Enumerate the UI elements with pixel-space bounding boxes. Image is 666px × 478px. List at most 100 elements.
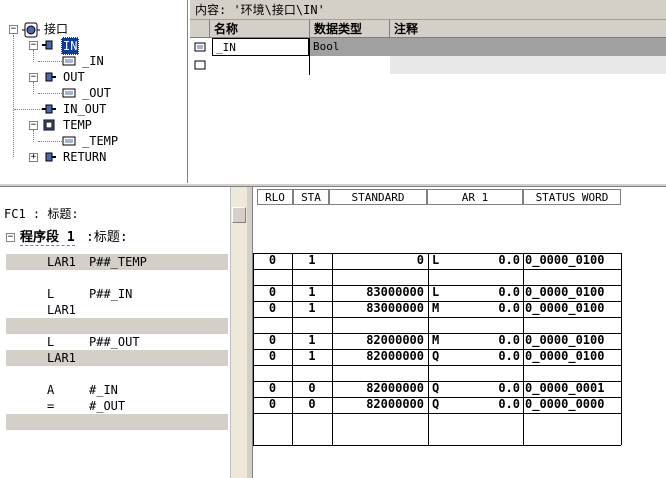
variable-row-icon	[194, 42, 206, 52]
type-cell[interactable]	[310, 56, 390, 74]
status-cell-std	[332, 269, 424, 284]
status-cell-rlo: 0	[268, 349, 277, 363]
stl-code-editor[interactable]: FC1 : 标题: − 程序段 1 :标题: LAR1 P##_TEMP L P…	[0, 187, 230, 478]
collapse-network-toggle[interactable]: −	[6, 233, 15, 242]
status-cell-ar_val: 0.0	[498, 397, 520, 411]
status-cell-ar_val: 0.0	[498, 381, 520, 395]
comment-cell[interactable]	[390, 56, 666, 74]
tree-item-label: RETURN	[63, 150, 107, 164]
code-arg: P##_IN	[89, 287, 133, 301]
status-cell-sw	[525, 365, 621, 380]
status-cell-ar_val	[448, 365, 520, 380]
status-cell-ar_val: 0.0	[498, 253, 520, 267]
status-cell-rlo	[253, 317, 292, 332]
column-header-type[interactable]: 数据类型	[310, 20, 390, 38]
status-cell-ar_val: 0.0	[498, 333, 520, 347]
code-arg: P##_TEMP	[89, 255, 147, 269]
status-cell-std	[332, 365, 424, 380]
status-cell-std: 0	[416, 253, 424, 267]
out-section-icon	[45, 72, 56, 82]
code-op: LAR1	[47, 303, 76, 317]
status-cell-ar_val: 0.0	[498, 349, 520, 363]
status-cell-sw: 0_0000_0100	[525, 333, 605, 347]
status-cell-sta: 1	[308, 301, 316, 315]
status-grid-column	[523, 253, 524, 445]
type-cell[interactable]: Bool	[310, 38, 666, 56]
status-cell-rlo	[253, 269, 292, 284]
row-header-corner	[190, 20, 210, 38]
status-cell-ar_val: 0.0	[498, 285, 520, 299]
status-header-rlo[interactable]: RLO	[257, 189, 293, 205]
code-op: =	[47, 399, 55, 413]
collapse-out-toggle[interactable]: −	[29, 73, 38, 82]
in-out-section-icon	[42, 104, 56, 114]
tree-item-in-label: IN	[61, 37, 80, 55]
status-cell-sw: 0_0000_0100	[525, 349, 605, 363]
status-cell-sw: 0_0000_0100	[525, 301, 605, 315]
tree-item-label: OUT	[63, 70, 85, 84]
collapse-in-toggle[interactable]: −	[29, 41, 38, 50]
status-cell-sta: 1	[308, 349, 316, 363]
name-cell[interactable]: _IN	[212, 38, 309, 56]
status-grid-column	[428, 253, 429, 445]
expand-return-toggle[interactable]: +	[29, 153, 38, 162]
status-cell-sta	[292, 317, 332, 332]
status-cell-std: 83000000	[366, 301, 424, 315]
status-header-ar1[interactable]: AR 1	[427, 189, 523, 205]
status-header-sta[interactable]: STA	[293, 189, 329, 205]
status-grid-line	[253, 445, 621, 446]
collapse-temp-toggle[interactable]: −	[29, 121, 38, 130]
status-cell-sw: 0_0000_0001	[525, 381, 605, 395]
status-cell-sta: 0	[308, 381, 316, 395]
in-section-icon	[42, 40, 53, 50]
tree-item-label: TEMP	[63, 118, 92, 132]
network-label: 程序段 1	[20, 230, 75, 246]
status-cell-sw	[525, 269, 621, 284]
interface-tree: − 接口 − IN _IN − OUT _OUT IN_OUT − TEMP _…	[0, 0, 188, 183]
tree-item-label: _IN	[82, 54, 104, 68]
tree-item-label: IN_OUT	[63, 102, 107, 116]
variable-icon	[62, 88, 76, 98]
tree-root-label: 接口	[44, 22, 69, 36]
code-op: LAR1	[47, 255, 76, 269]
content-path-bar: 内容: '环境\接口\IN'	[190, 0, 666, 20]
collapse-root-toggle[interactable]: −	[9, 25, 18, 34]
code-op: LAR1	[47, 351, 76, 365]
status-cell-sta	[292, 269, 332, 284]
status-header-status-word[interactable]: STATUS WORD	[523, 189, 621, 205]
status-cell-sta: 0	[308, 397, 316, 411]
status-cell-sw: 0_0000_0100	[525, 253, 605, 267]
status-cell-std	[332, 317, 424, 332]
return-section-icon	[45, 152, 56, 162]
status-cell-ar_val	[448, 269, 520, 284]
status-cell-rlo: 0	[268, 285, 277, 299]
status-cell-sw: 0_0000_0100	[525, 285, 605, 299]
network-title: :标题:	[86, 230, 128, 245]
status-cell-rlo	[253, 365, 292, 380]
status-cell-sta: 1	[308, 333, 316, 347]
status-header-standard[interactable]: STANDARD	[329, 189, 427, 205]
status-cell-std: 82000000	[366, 349, 424, 363]
status-cell-rlo: 0	[268, 253, 277, 267]
variable-icon	[62, 56, 76, 66]
status-grid-column	[621, 253, 622, 445]
status-table: RLO STA STANDARD AR 1 STATUS WORD 0 1 0 L 0.…	[253, 187, 666, 478]
status-cell-rlo: 0	[268, 397, 277, 411]
tree-item-label: _TEMP	[82, 134, 119, 148]
column-header-comment[interactable]: 注释	[390, 20, 666, 38]
interface-table: 名称 数据类型 注释 _IN Bool	[190, 20, 666, 183]
code-vertical-scrollbar[interactable]	[230, 187, 247, 478]
status-cell-rlo: 0	[268, 381, 277, 395]
column-header-name[interactable]: 名称	[210, 20, 310, 38]
code-op: L	[47, 335, 55, 349]
variable-icon	[62, 136, 76, 146]
code-op: A	[47, 383, 55, 397]
tree-item-label: _OUT	[82, 86, 111, 100]
status-cell-std: 82000000	[366, 333, 424, 347]
code-op: L	[47, 287, 55, 301]
temp-section-icon	[43, 119, 55, 131]
status-cell-std: 82000000	[366, 397, 424, 411]
status-cell-sw	[525, 317, 621, 332]
status-cell-sta: 1	[308, 285, 316, 299]
scrollbar-thumb[interactable]	[232, 207, 246, 223]
